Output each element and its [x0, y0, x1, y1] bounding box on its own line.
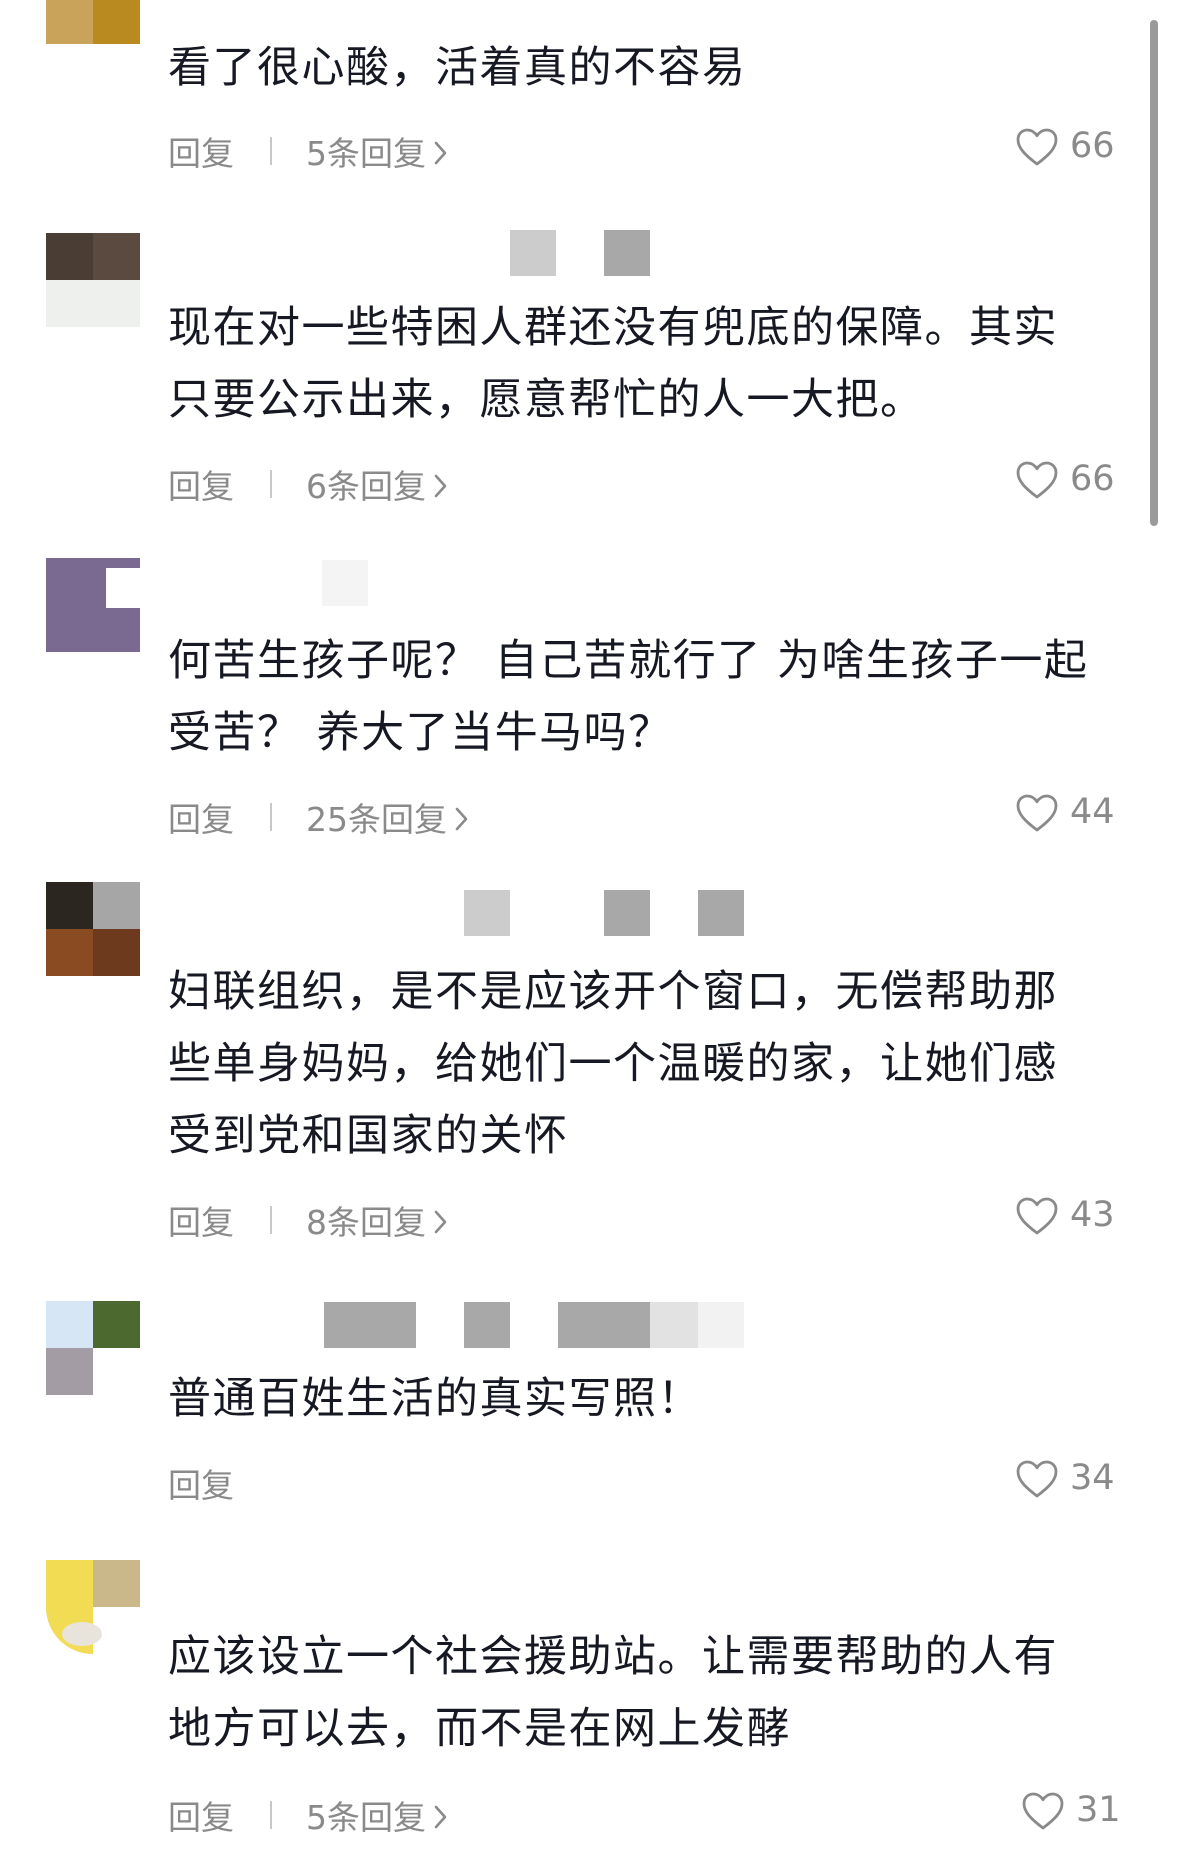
chevron-right-icon	[434, 1805, 447, 1828]
username-mask	[324, 1302, 416, 1348]
comment-actions: 回复 34	[168, 1455, 1128, 1505]
like-count: 66	[1070, 126, 1115, 166]
username-mask	[510, 230, 556, 276]
comment-actions: 回复 5条回复 31	[168, 1787, 1128, 1837]
username-mask	[322, 560, 368, 606]
heart-outline-icon	[1016, 794, 1058, 832]
view-replies-button[interactable]: 6条回复	[306, 460, 448, 508]
view-replies-button[interactable]: 5条回复	[306, 1791, 448, 1839]
comment-actions: 回复 5条回复 66	[168, 123, 1128, 173]
comment-text: 看了很心酸，活着真的不容易	[168, 43, 747, 93]
like-count: 34	[1070, 1458, 1115, 1498]
chevron-right-icon	[434, 1210, 447, 1233]
view-replies-label: 6条回复	[306, 467, 426, 506]
like-count: 31	[1076, 1790, 1121, 1830]
heart-outline-icon	[1022, 1792, 1064, 1830]
like-count: 43	[1070, 1195, 1115, 1235]
heart-outline-icon	[1016, 1460, 1058, 1498]
view-replies-button[interactable]: 25条回复	[306, 793, 469, 841]
action-divider	[270, 1801, 272, 1829]
action-divider	[270, 137, 272, 165]
like-button[interactable]: 66	[1015, 123, 1128, 173]
like-button[interactable]: 31	[1021, 1787, 1128, 1837]
comment-text: 现在对一些特困人群还没有兜底的保障。其实 只要公示出来，愿意帮忙的人一大把。	[168, 303, 1058, 425]
username-mask	[650, 1302, 698, 1348]
comment-text: 普通百姓生活的真实写照！	[168, 1374, 702, 1424]
reply-button[interactable]: 回复	[168, 1791, 234, 1839]
chevron-right-icon	[434, 474, 447, 497]
avatar[interactable]	[46, 558, 140, 652]
action-divider	[270, 1206, 272, 1234]
view-replies-label: 25条回复	[306, 800, 447, 839]
avatar[interactable]	[46, 882, 140, 976]
username-row	[170, 1302, 970, 1352]
action-divider	[270, 803, 272, 831]
avatar[interactable]	[46, 1301, 140, 1395]
comment-actions: 回复 8条回复 43	[168, 1192, 1128, 1242]
comment-text: 何苦生孩子呢？ 自己苦就行了 为啥生孩子一起 受苦？ 养大了当牛马吗？	[168, 636, 1089, 758]
username-mask	[464, 1302, 510, 1348]
chevron-right-icon	[434, 141, 447, 164]
comment-text: 妇联组织，是不是应该开个窗口，无偿帮助那 些单身妈妈，给她们一个温暖的家，让她们…	[168, 967, 1058, 1161]
like-button[interactable]: 34	[1015, 1455, 1128, 1505]
username-mask	[464, 890, 510, 936]
view-replies-label: 8条回复	[306, 1203, 426, 1242]
username-row	[170, 560, 970, 610]
avatar[interactable]	[46, 233, 140, 327]
reply-button[interactable]: 回复	[168, 127, 234, 175]
username-mask	[558, 1302, 650, 1348]
username-row	[170, 230, 970, 280]
view-replies-button[interactable]: 8条回复	[306, 1196, 448, 1244]
view-replies-label: 5条回复	[306, 1798, 426, 1837]
comment-actions: 回复 6条回复 66	[168, 456, 1128, 506]
like-button[interactable]: 66	[1015, 456, 1128, 506]
comment-actions: 回复 25条回复 44	[168, 789, 1128, 839]
username-mask	[604, 230, 650, 276]
reply-button[interactable]: 回复	[168, 793, 234, 841]
avatar[interactable]	[46, 1560, 140, 1654]
like-count: 66	[1070, 459, 1115, 499]
reply-button[interactable]: 回复	[168, 1459, 234, 1507]
view-replies-label: 5条回复	[306, 134, 426, 173]
username-mask	[698, 1302, 744, 1348]
scrollbar[interactable]	[1150, 20, 1158, 526]
avatar[interactable]	[46, 0, 140, 44]
like-button[interactable]: 43	[1015, 1192, 1128, 1242]
view-replies-button[interactable]: 5条回复	[306, 127, 448, 175]
username-row	[170, 890, 970, 940]
heart-outline-icon	[1016, 1197, 1058, 1235]
like-count: 44	[1070, 792, 1115, 832]
like-button[interactable]: 44	[1015, 789, 1128, 839]
reply-button[interactable]: 回复	[168, 1196, 234, 1244]
action-divider	[270, 470, 272, 498]
heart-outline-icon	[1016, 461, 1058, 499]
heart-outline-icon	[1016, 128, 1058, 166]
comment-text: 应该设立一个社会援助站。让需要帮助的人有 地方可以去，而不是在网上发酵	[168, 1632, 1058, 1754]
reply-button[interactable]: 回复	[168, 460, 234, 508]
username-mask	[698, 890, 744, 936]
username-mask	[604, 890, 650, 936]
chevron-right-icon	[455, 807, 468, 830]
